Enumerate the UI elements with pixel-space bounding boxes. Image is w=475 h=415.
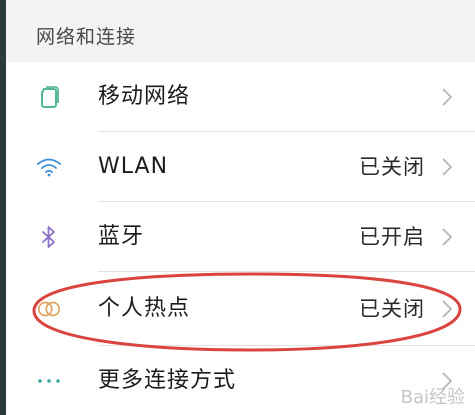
row-label: 移动网络 <box>98 84 191 109</box>
chevron-right-icon <box>442 88 453 106</box>
divider <box>98 271 475 272</box>
row-mobile-network[interactable]: 移动网络 <box>6 62 475 132</box>
section-header: 网络和连接 <box>6 0 475 62</box>
chevron-right-icon <box>442 158 453 176</box>
section-title: 网络和连接 <box>36 26 137 48</box>
more-dots-icon <box>36 346 62 415</box>
row-label: 蓝牙 <box>98 224 145 249</box>
row-label: WLAN <box>98 154 169 179</box>
row-label: 个人热点 <box>98 296 191 321</box>
sim-card-icon <box>36 62 62 132</box>
bluetooth-icon <box>36 202 62 272</box>
chevron-right-icon <box>442 300 453 318</box>
row-status: 已关闭 <box>359 297 425 321</box>
row-bluetooth[interactable]: 蓝牙 已开启 <box>6 202 475 272</box>
row-wlan[interactable]: WLAN 已关闭 <box>6 132 475 202</box>
row-personal-hotspot[interactable]: 个人热点 已关闭 <box>6 274 475 344</box>
chevron-right-icon <box>442 228 453 246</box>
wifi-icon <box>36 132 62 202</box>
row-status: 已开启 <box>359 225 425 249</box>
row-status: 已关闭 <box>359 155 425 179</box>
hotspot-icon <box>36 274 62 344</box>
settings-panel: 网络和连接 移动网络 WLAN 已关闭 蓝牙 已开启 个人热点 已关闭 更多连接… <box>6 0 475 415</box>
row-label: 更多连接方式 <box>98 368 237 393</box>
watermark-logo: Bai经验 <box>400 387 465 408</box>
